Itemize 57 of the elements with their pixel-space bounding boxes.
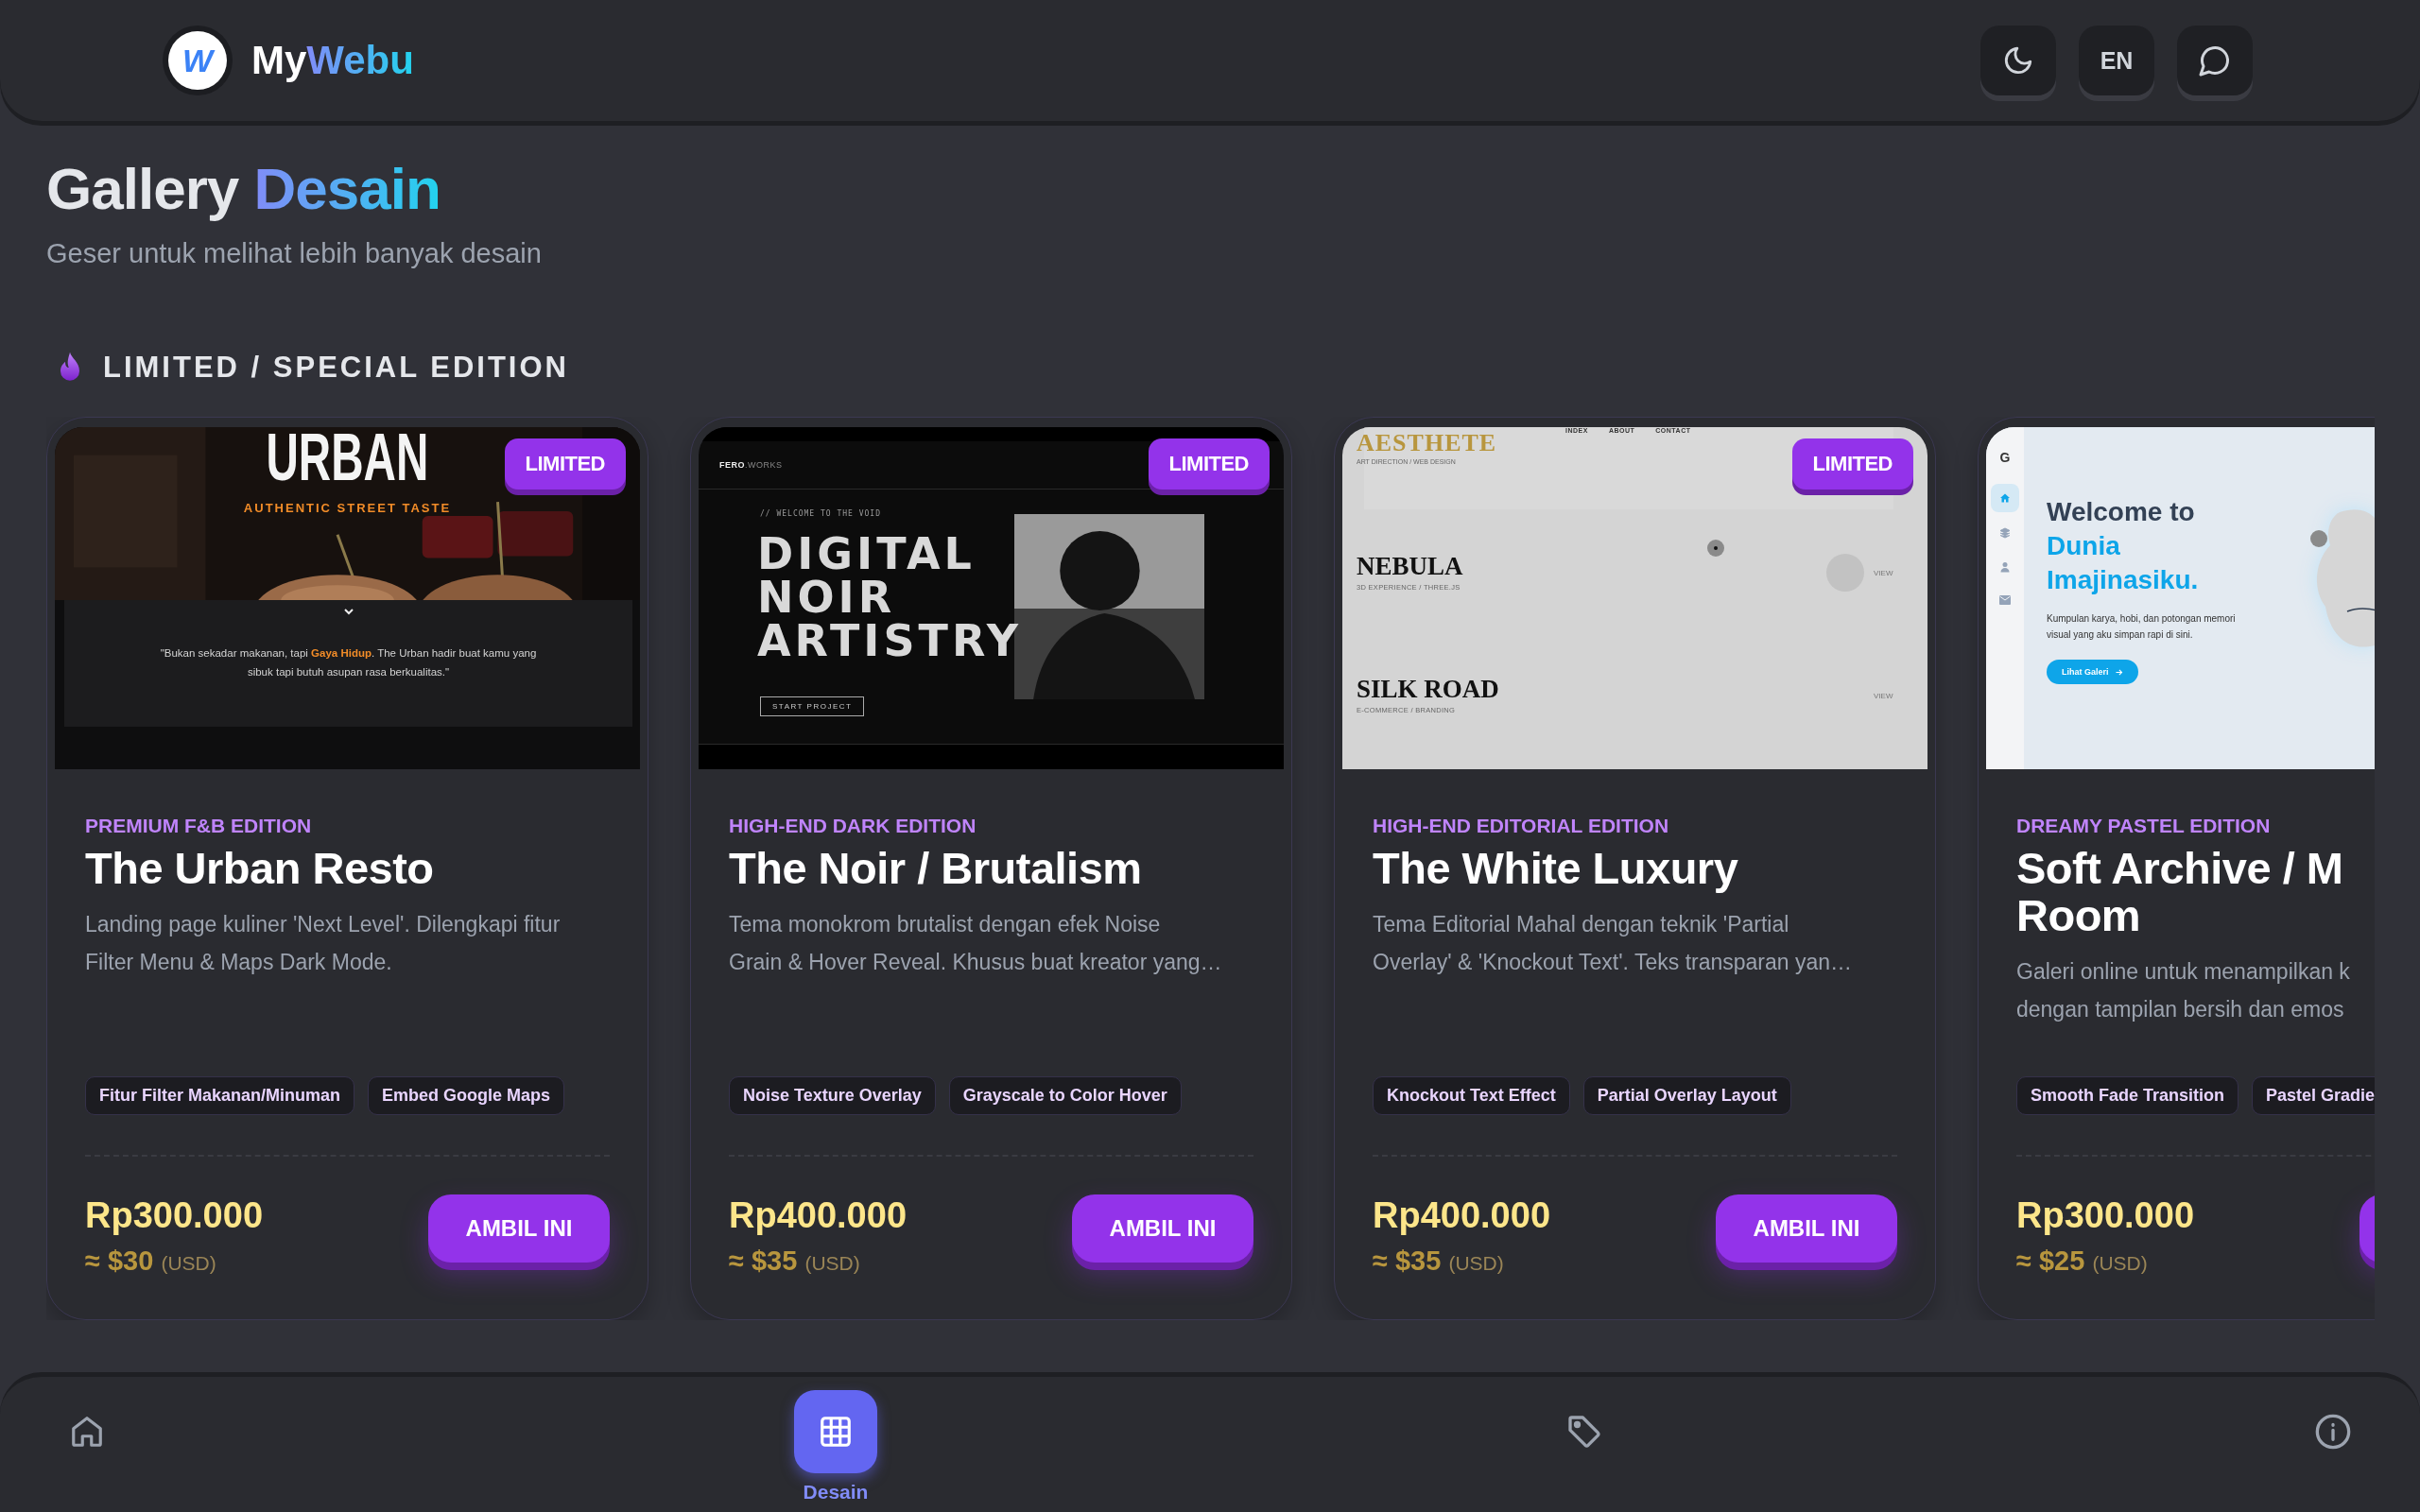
arrow-right-icon: [2114, 667, 2123, 677]
grid-icon: [818, 1414, 854, 1450]
price: Rp300.000: [85, 1195, 263, 1236]
feature-tag: Partial Overlay Layout: [1582, 1076, 1791, 1115]
edition-label: DREAMY PASTEL EDITION: [2016, 815, 2272, 837]
card-description: Galeri online untuk menampilkan k dengan tampilan bersih dan emos: [2016, 958, 2351, 1023]
feature-tag: Smooth Fade Transition: [2016, 1076, 2238, 1115]
tag-icon: [1565, 1413, 1603, 1451]
home-icon: [1991, 484, 2019, 512]
preview-text: Kumpulan karya, hobi, dan potongan memori visual yang aku simpan rapi di sini.: [2047, 612, 2236, 642]
feature-tag: Embed Google Maps: [368, 1076, 565, 1115]
preview-headline: DIGITAL NOIR ARTISTRY: [757, 532, 1023, 662]
preview-project-title: NEBULA: [1357, 553, 1463, 579]
layers-icon: [1999, 527, 2011, 539]
preview-title: URBAN: [266, 427, 429, 488]
edition-label: HIGH-END DARK EDITION: [729, 815, 977, 837]
moon-icon: [2002, 44, 2034, 77]
feature-tag: Grayscale to Color Hover: [948, 1076, 1182, 1115]
usd-price: ≈ $35 (USD): [729, 1246, 861, 1277]
section-heading: LIMITED / SPECIAL EDITION: [103, 351, 569, 385]
card-title: The Urban Resto: [85, 845, 435, 892]
chat-bubble-icon: [2198, 43, 2232, 77]
card-description: Tema monokrom brutalist dengan efek Noise Grain & Hover Reveal. Khusus buat kreator yang…: [729, 911, 1223, 976]
feature-tag: Pastel Gradie: [2252, 1076, 2375, 1115]
feature-tag: Knockout Text Effect: [1373, 1076, 1570, 1115]
price: Rp300.000: [2016, 1195, 2194, 1236]
page-title: Gallery Desain: [46, 155, 441, 223]
info-icon: [2314, 1413, 2352, 1451]
edition-label: PREMIUM F&B EDITION: [85, 815, 313, 837]
feature-tag: Noise Texture Overlay: [729, 1076, 936, 1115]
usd-price: ≈ $25 (USD): [2016, 1246, 2149, 1277]
card-title: The Noir / Brutalism: [729, 845, 1143, 892]
price: Rp400.000: [1373, 1195, 1550, 1236]
circle-icon: [2310, 530, 2327, 547]
cursor-icon: [1706, 539, 1725, 558]
preview-logo: AESTHETE: [1357, 429, 1497, 457]
preview-eyebrow: // WELCOME TO THE VOID: [760, 509, 881, 518]
preview-project-title: SILK ROAD: [1357, 676, 1499, 702]
usd-price: ≈ $35 (USD): [1373, 1246, 1505, 1277]
card-title: Soft Archive / M Room: [2016, 845, 2344, 939]
preview-quote: "Bukan sekadar makanan, tapi Gaya Hidup. The Urban hadir buat kamu yang sibuk tapi butuh asupan rasa berkualitas.": [159, 646, 538, 679]
mail-icon: [1999, 595, 2011, 605]
price: Rp400.000: [729, 1195, 907, 1236]
card-title: The White Luxury: [1373, 845, 1739, 892]
usd-price: ≈ $30 (USD): [85, 1246, 217, 1277]
edition-label: HIGH-END EDITORIAL EDITION: [1373, 815, 1670, 837]
page-subtitle: Geser untuk melihat lebih banyak desain: [46, 238, 543, 269]
preview-heading: Welcome to Dunia Imajinasiku.: [2047, 496, 2200, 596]
preview-tagline: AUTHENTIC STREET TASTE: [243, 501, 452, 515]
home-icon: [69, 1414, 105, 1450]
preview-logo: FERO.WORKS: [719, 460, 783, 470]
chevron-down-icon: [342, 608, 354, 615]
preview-logo: G: [1999, 450, 2011, 465]
feature-tag: Fitur Filter Makanan/Minuman: [85, 1076, 355, 1115]
card-description: Tema Editorial Mahal dengan teknik 'Partial Overlay' & 'Knockout Text'. Teks transparan yan…: [1373, 911, 1854, 976]
user-icon: [1999, 561, 2011, 573]
card-description: Landing page kuliner 'Next Level'. Dilengkapi fitur Filter Menu & Maps Dark Mode.: [85, 911, 562, 976]
